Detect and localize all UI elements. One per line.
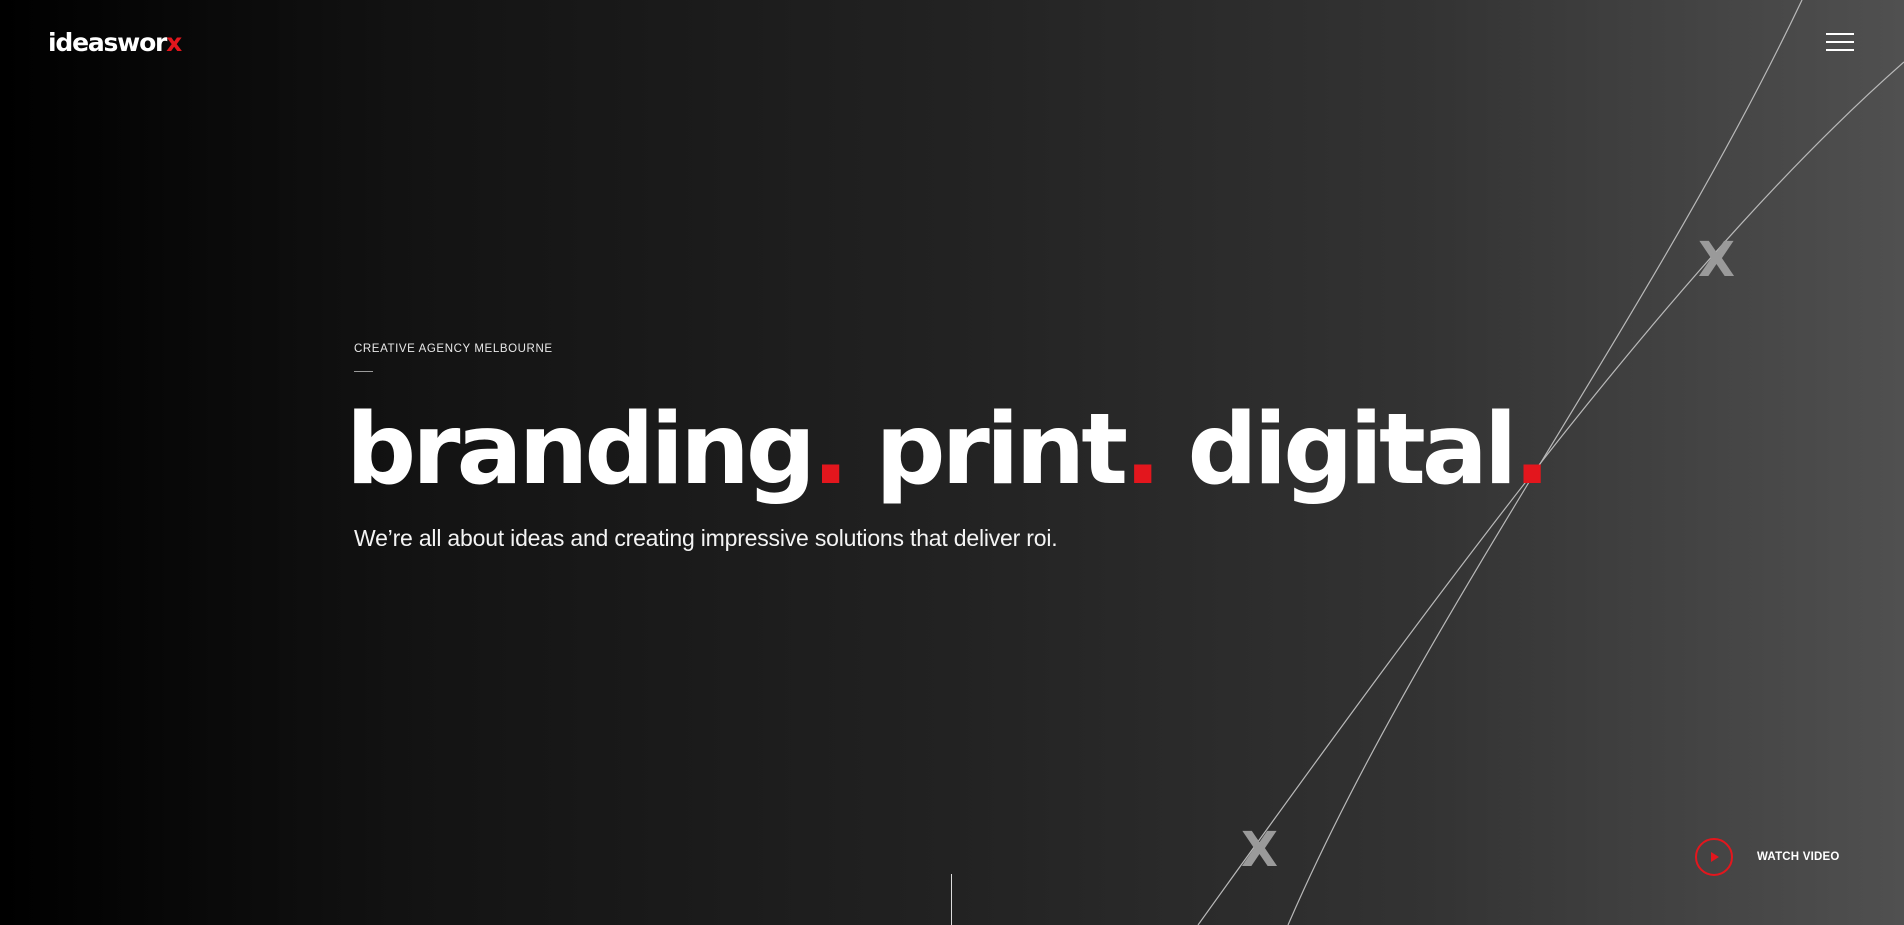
eyebrow-divider (354, 371, 373, 372)
hero-section: ideasworx CREATIVE AGENCY MELBOURNE bran… (0, 0, 1904, 925)
play-triangle (1711, 852, 1719, 862)
logo-text: ideaswor (48, 28, 167, 57)
hero-eyebrow: CREATIVE AGENCY MELBOURNE (354, 343, 553, 355)
logo-accent: x (166, 28, 182, 57)
headline-dot: . (1513, 393, 1551, 507)
headline-word-digital: digital (1187, 393, 1517, 507)
headline-word-branding: branding (346, 393, 816, 507)
headline-dot: . (812, 393, 849, 507)
watch-video-label[interactable]: WATCH VIDEO (1757, 851, 1840, 863)
ideasworx-logo[interactable]: ideasworx (48, 28, 182, 57)
x-watermark: X (1241, 822, 1279, 878)
x-watermark: X (1698, 232, 1736, 288)
menu-bar-middle (1826, 41, 1854, 43)
hero-subline: We’re all about ideas and creating impre… (354, 525, 1058, 551)
hamburger-icon[interactable] (1826, 33, 1856, 53)
menu-bar-top (1826, 33, 1854, 35)
scroll-indicator-line (951, 874, 952, 925)
play-icon[interactable] (1695, 838, 1733, 876)
watch-video-button[interactable]: WATCH VIDEO (1695, 838, 1840, 876)
headline-word-print: print (875, 393, 1128, 507)
headline-dot: . (1124, 393, 1161, 507)
hero-headline: branding. print. digital. (346, 390, 1551, 510)
menu-bar-bottom (1826, 49, 1854, 51)
